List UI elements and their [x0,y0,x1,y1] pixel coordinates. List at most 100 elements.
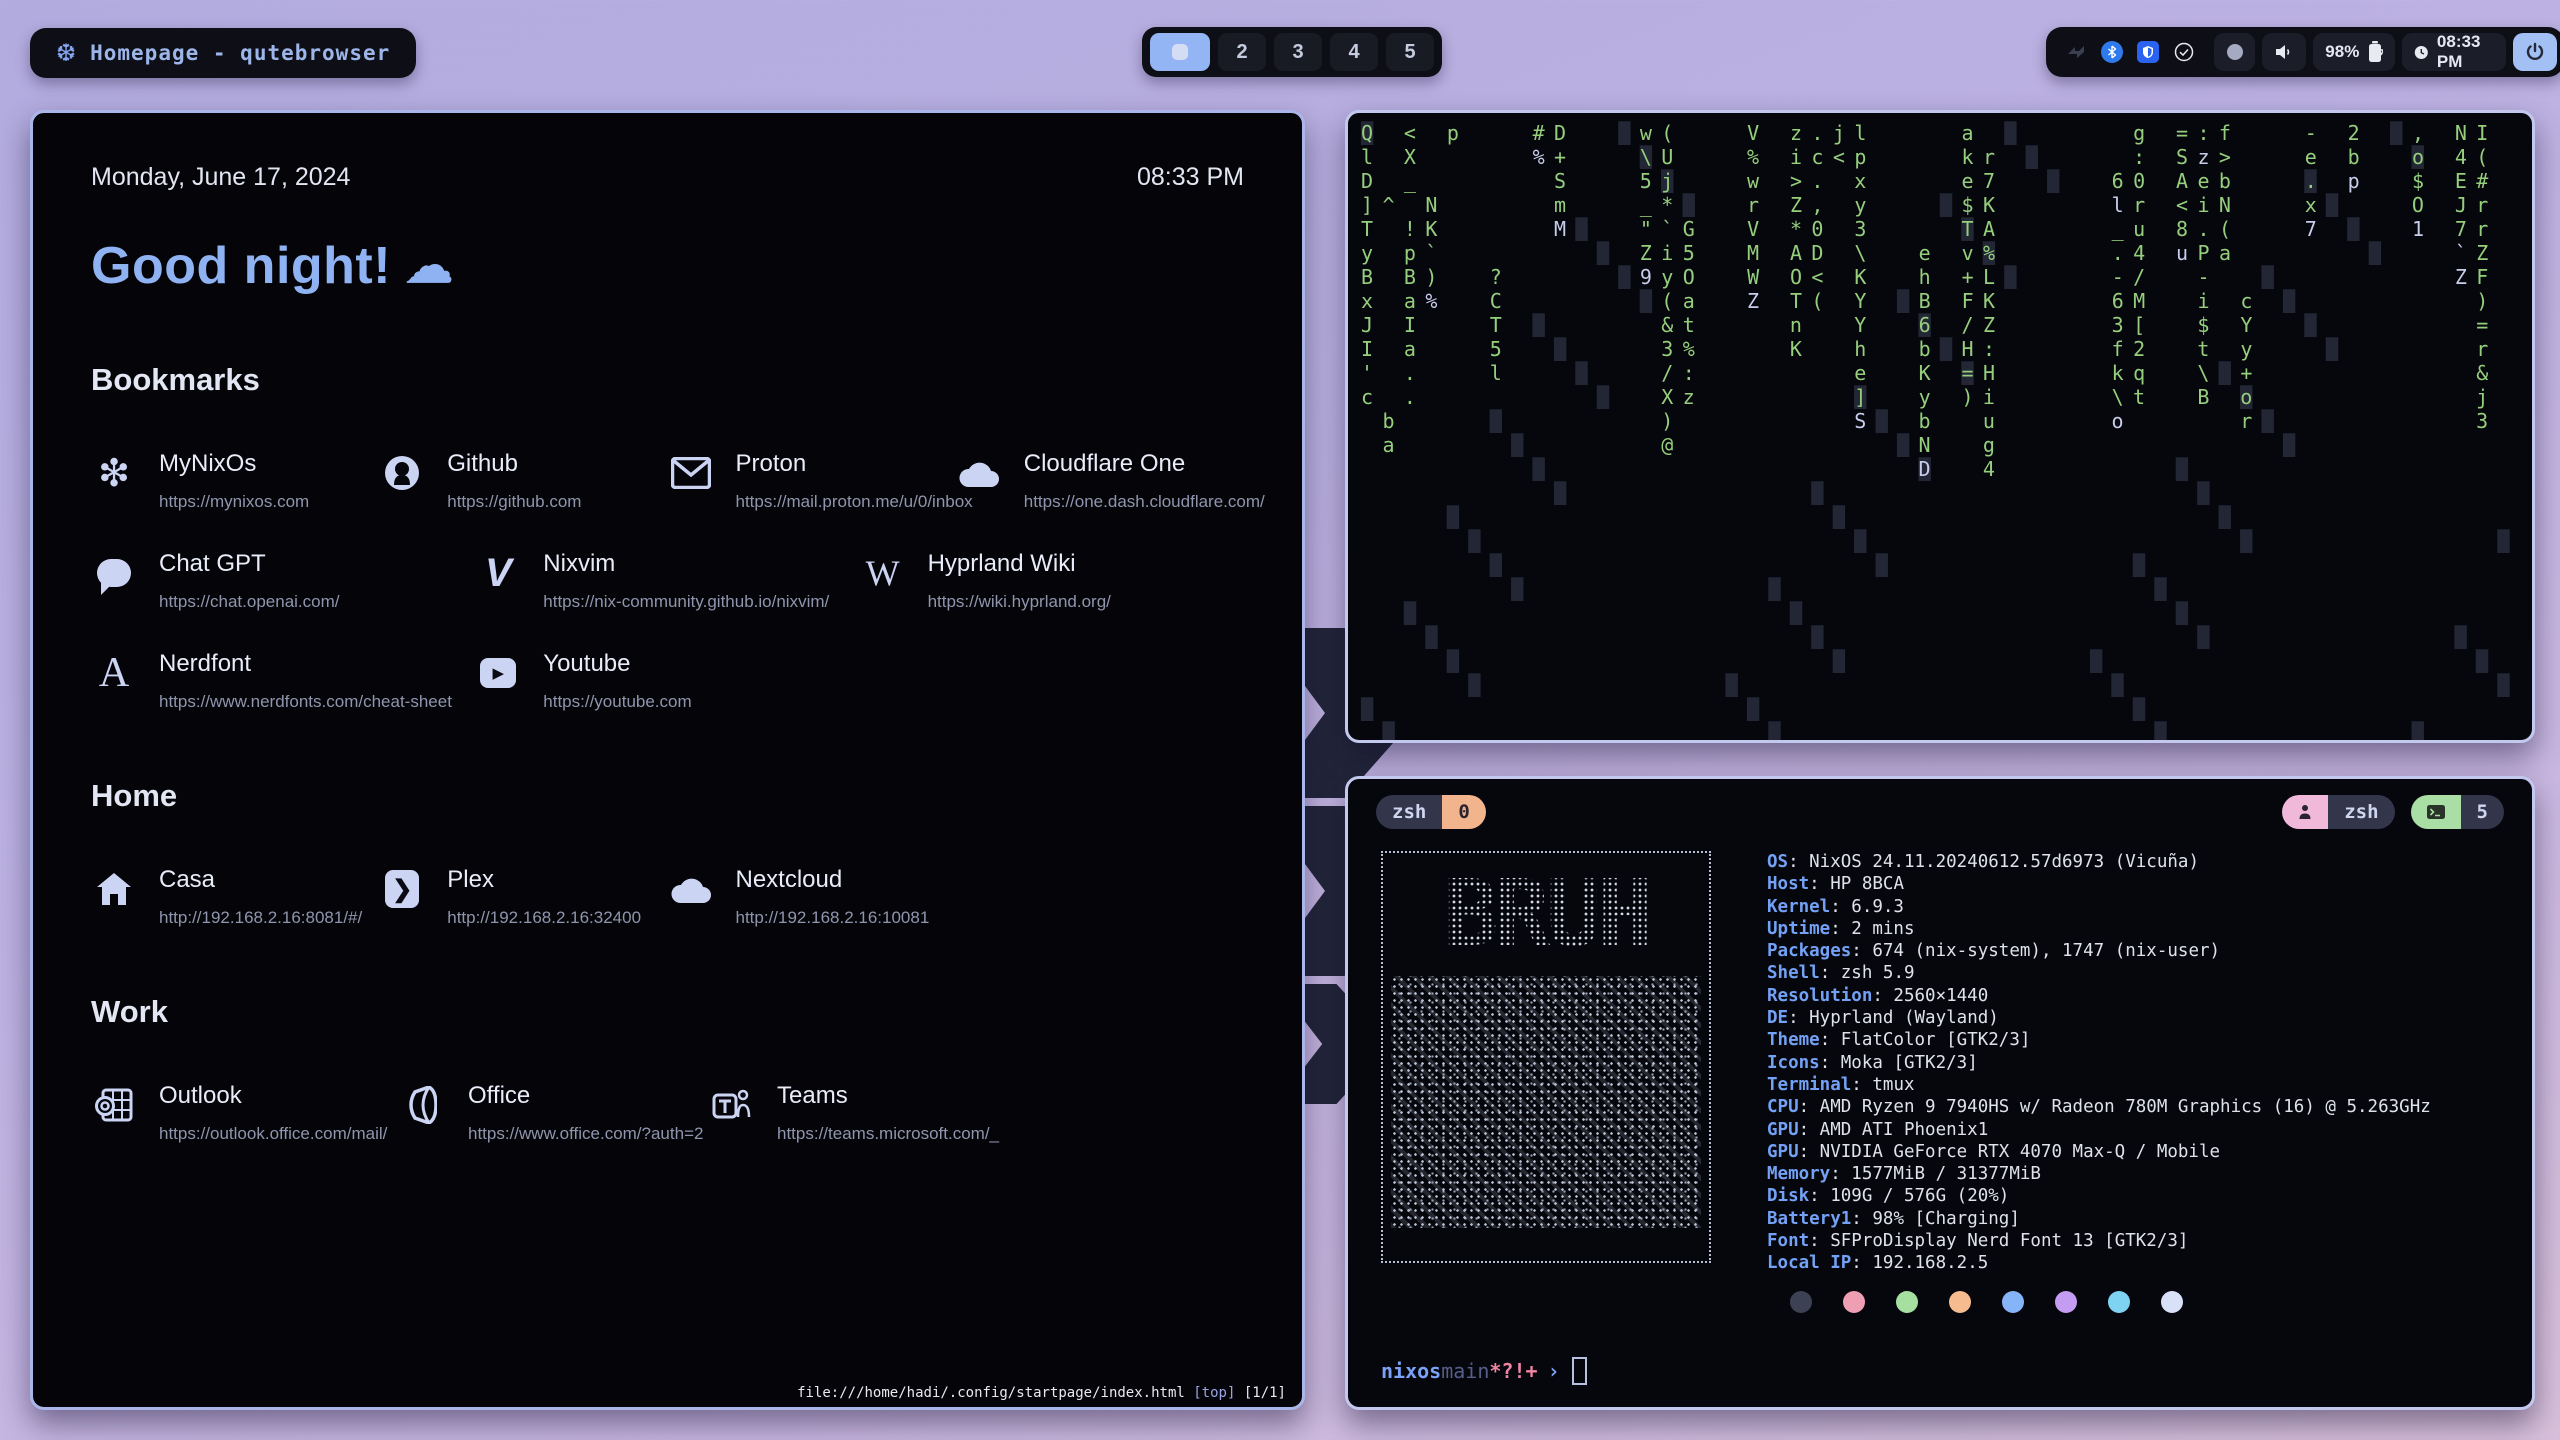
cloud-icon [956,450,1002,496]
window-title: Homepage - qutebrowser [90,41,390,65]
tmux-statusbar: zsh 0 zsh 5 [1348,795,2532,829]
tmux-session-name: zsh [1376,795,1442,829]
bookmark-outlook[interactable]: Outlook https://outlook.office.com/mail/ [91,1082,400,1144]
bookmark-nixvim[interactable]: VNixvimhttps://nix-community.github.io/n… [475,550,859,612]
battery-percent: 98% [2325,42,2359,62]
clock-time: 08:33 PM [2437,32,2494,72]
workspace-button-1[interactable] [1150,33,1210,71]
workspace-button-2[interactable]: 2 [1218,33,1266,71]
startpage-date: Monday, June 17, 2024 [91,163,350,192]
active-workspace-icon [1172,44,1188,60]
bookmark-title: Casa [159,866,362,894]
workspace-button-3[interactable]: 3 [1274,33,1322,71]
youtube-icon: ▶ [475,650,521,696]
check-circle-icon[interactable] [2173,41,2195,63]
github-icon [379,450,425,496]
section-header-bookmarks: Bookmarks [91,362,1244,398]
palette-dot [1790,1291,1812,1313]
bookmark-hyprland-wiki[interactable]: W Hyprland Wiki https://wiki.hyprland.org/ [860,550,1244,612]
bookmark-nerdfont[interactable]: ANerdfonthttps://www.nerdfonts.com/cheat… [91,650,475,712]
battery-charging-icon [2367,41,2383,63]
clock-widget[interactable]: 08:33 PM [2402,33,2505,71]
palette-dot [2108,1291,2130,1313]
nixvim-v-icon: V [475,550,521,596]
bookmark-title: Chat GPT [159,550,340,578]
bookmark-title: Plex [447,866,641,894]
bookmark-chat-gpt[interactable]: Chat GPThttps://chat.openai.com/ [91,550,475,612]
bookmark-url: https://mail.proton.me/u/0/inbox [736,492,973,512]
bookmark-proton[interactable]: Protonhttps://mail.proton.me/u/0/inbox [668,450,956,512]
moon-cloud-icon: ☁ [405,238,454,294]
fastfetch-output: BRUH OS: NixOS 24.11.20240612.57d6973 (V… [1381,851,2431,1275]
bookmark-url: https://teams.microsoft.com/_ [777,1124,999,1144]
text-cursor [1572,1357,1587,1385]
bookmark-title: Nextcloud [736,866,930,894]
teams-icon [709,1082,755,1128]
palette-dot [2002,1291,2024,1313]
bookmark-teams[interactable]: Teamshttps://teams.microsoft.com/_ [709,1082,1018,1144]
bookmark-github[interactable]: Githubhttps://github.com [379,450,667,512]
terminal-icon [2411,795,2461,829]
bookmark-url: https://nix-community.github.io/nixvim/ [543,592,829,612]
bookmark-url: https://one.dash.cloudflare.com/ [1024,492,1265,512]
bookmark-url: https://www.nerdfonts.com/cheat-sheet [159,692,452,712]
bookmark-youtube[interactable]: ▶ Youtube https://youtube.com [475,650,859,712]
statusbar-scroll: [top] [1193,1385,1235,1401]
bookmark-office[interactable]: Officehttps://www.office.com/?auth=2 [400,1082,709,1144]
outlook-icon [91,1082,137,1128]
bookmark-url: http://192.168.2.16:8081/#/ [159,908,362,928]
bookmark-cloudflare-one[interactable]: Cloudflare Onehttps://one.dash.cloudflar… [956,450,1244,512]
workspace-switcher: 2345 [1142,27,1442,77]
wikipedia-w-icon: W [860,550,906,596]
bookmark-casa[interactable]: Casa http://192.168.2.16:8081/#/ [91,866,379,928]
bookmark-title: Outlook [159,1082,387,1110]
bookmark-url: http://192.168.2.16:10081 [736,908,930,928]
terminal-color-palette [1790,1291,2183,1313]
startpage-time: 08:33 PM [1137,163,1244,192]
share-arrow-icon[interactable] [2065,41,2087,63]
power-button[interactable] [2513,33,2557,71]
idle-inhibitor[interactable] [2214,33,2255,71]
idle-dot-icon [2227,44,2243,60]
terminal-cmatrix-window[interactable]: █ █ █ █ █ █ █ █ █ █ █ █ [1345,110,2535,743]
cmatrix-glyphs: Q < p #D w( V z.jl a g =:f - 2 , NI l X … [1361,121,2519,743]
bookmark-url: https://wiki.hyprland.org/ [928,592,1111,612]
volume-control[interactable] [2262,33,2306,71]
bookmark-title: Youtube [543,650,691,678]
bookmark-nextcloud[interactable]: Nextcloud http://192.168.2.16:10081 [668,866,956,928]
tmux-left-status[interactable]: zsh 0 [1376,795,1486,829]
envelope-icon [668,450,714,496]
bookmark-title: MyNixOs [159,450,309,478]
workspace-button-5[interactable]: 5 [1386,33,1434,71]
bookmark-title: Cloudflare One [1024,450,1265,478]
ascii-dither-texture [1391,976,1701,1228]
tmux-window-index: 0 [1442,795,1485,829]
bluetooth-icon[interactable] [2101,41,2123,63]
cloud-icon [668,866,714,912]
palette-dot [1896,1291,1918,1313]
bookmark-url: https://youtube.com [543,692,691,712]
prompt-git-flags: *?!+ [1489,1359,1537,1383]
bookmark-title: Github [447,450,581,478]
bookmark-plex[interactable]: ❯Plexhttp://192.168.2.16:32400 [379,866,667,928]
shield-icon[interactable] [2137,41,2159,63]
qutebrowser-window: Monday, June 17, 2024 08:33 PM Good nigh… [30,110,1305,1410]
tmux-window-count: 5 [2461,795,2504,829]
bookmark-mynixos[interactable]: ❇MyNixOshttps://mynixos.com [91,450,379,512]
ascii-logo-bruh: BRUH [1381,851,1711,1263]
terminal-fetch-window[interactable]: zsh 0 zsh 5 BRUH OS: NixOS 24.11.2024061… [1345,776,2535,1410]
battery-status[interactable]: 98% [2313,33,2395,71]
fastfetch-info-lines: OS: NixOS 24.11.20240612.57d6973 (Vicuña… [1767,851,2431,1275]
system-tray-bar: 98% 08:33 PM [2046,27,2560,77]
window-title-pill[interactable]: ❆ Homepage - qutebrowser [30,28,416,78]
bookmark-url: http://192.168.2.16:32400 [447,908,641,928]
bookmark-url: https://outlook.office.com/mail/ [159,1124,387,1144]
tmux-right-status[interactable]: zsh 5 [2282,795,2504,829]
prompt-git-branch: main [1441,1359,1489,1383]
bookmark-title: Hyprland Wiki [928,550,1111,578]
workspace-button-4[interactable]: 4 [1330,33,1378,71]
shell-prompt[interactable]: nixos main *?!+ › [1381,1357,1587,1385]
section-header-work: Work [91,994,1244,1030]
speaker-icon [2274,43,2294,61]
statusbar-counter: [1/1] [1244,1385,1286,1401]
